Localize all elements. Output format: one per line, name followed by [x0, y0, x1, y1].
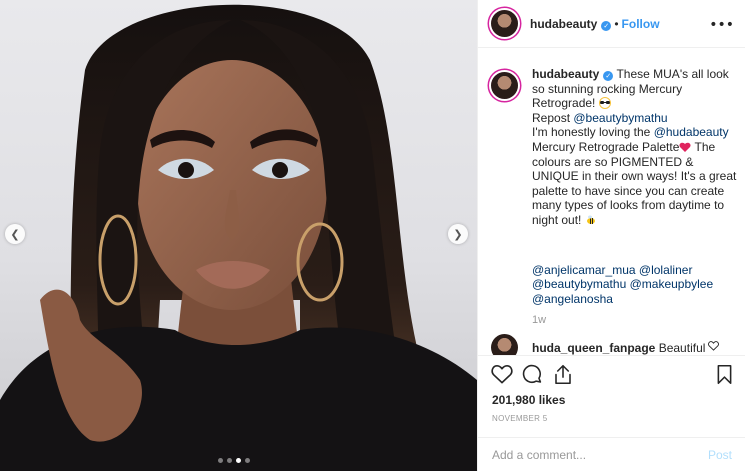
- brand-mention-link[interactable]: @hudabeauty: [654, 125, 729, 139]
- repost-prefix: Repost: [532, 110, 574, 125]
- post-comment-button[interactable]: Post: [708, 448, 732, 462]
- heart-emoji-icon: [679, 142, 691, 152]
- post-media[interactable]: ❮ ❯: [0, 0, 477, 471]
- comment-body: Beautiful: [658, 340, 706, 355]
- tag-link[interactable]: @lolaliner: [639, 263, 693, 277]
- post-date: NOVEMBER 5: [492, 414, 548, 423]
- caption-line2: I'm honestly loving the: [532, 125, 654, 140]
- comment-input[interactable]: [492, 448, 708, 462]
- tag-link[interactable]: @beautybymathu: [532, 277, 626, 291]
- header-username[interactable]: hudabeauty ✓: [530, 17, 612, 31]
- glasses-emoji-icon: [598, 97, 611, 110]
- carousel-dot[interactable]: [218, 458, 223, 463]
- carousel-dot[interactable]: [227, 458, 232, 463]
- next-arrow-icon[interactable]: ❯: [448, 224, 468, 244]
- carousel-dot[interactable]: [245, 458, 250, 463]
- caption-username[interactable]: hudabeauty: [532, 67, 599, 81]
- comment-item: huda_queen_fanpage Beautiful: [491, 334, 705, 355]
- verified-icon: ✓: [603, 71, 614, 81]
- verified-icon: ✓: [601, 20, 612, 31]
- tag-link[interactable]: @anjelicamar_mua: [532, 263, 636, 277]
- caption-text: hudabeauty ✓ These MUA's all look so stun…: [532, 67, 740, 306]
- comment-icon[interactable]: [522, 364, 543, 385]
- tag-link[interactable]: @angelanosha: [532, 292, 613, 306]
- more-icon[interactable]: •••: [709, 17, 734, 33]
- post-age[interactable]: 1w: [532, 314, 546, 326]
- like-count[interactable]: 201,980 likes: [492, 393, 565, 407]
- caption: hudabeauty ✓ These MUA's all look so stun…: [491, 67, 740, 306]
- carousel-dot-active[interactable]: [236, 458, 241, 463]
- comments-list[interactable]: hudabeauty ✓ These MUA's all look so stun…: [478, 49, 745, 355]
- caption-line3: Mercury Retrograde Palette: [532, 139, 680, 154]
- tag-link[interactable]: @makeupbylee: [630, 277, 714, 291]
- post-photo: [0, 4, 477, 471]
- prev-arrow-icon[interactable]: ❮: [5, 224, 25, 244]
- repost-handle-link[interactable]: @beautybymathu: [573, 111, 667, 125]
- carousel-dots: [218, 458, 250, 463]
- comment-like-icon[interactable]: [708, 341, 719, 351]
- follow-button[interactable]: Follow: [622, 17, 660, 31]
- share-icon[interactable]: [553, 364, 573, 385]
- header-separator: •: [614, 16, 619, 31]
- post-side-panel: hudabeauty ✓ • Follow ••• hudabeauty ✓ The…: [477, 0, 745, 471]
- add-comment-bar: Post: [478, 437, 745, 471]
- heart-icon[interactable]: [491, 364, 513, 384]
- post-header: hudabeauty ✓ • Follow •••: [478, 0, 745, 48]
- post-actions: 201,980 likes NOVEMBER 5 Post: [478, 355, 745, 471]
- avatar[interactable]: [491, 334, 518, 355]
- instagram-post: ❮ ❯ hudabeauty ✓ • Follow ••• hudabeauty ✓…: [0, 0, 745, 471]
- avatar[interactable]: [491, 10, 518, 37]
- comment-text: huda_queen_fanpage Beautiful: [532, 341, 705, 355]
- avatar[interactable]: [491, 72, 518, 99]
- comment-username[interactable]: huda_queen_fanpage: [532, 341, 655, 355]
- bee-emoji-icon: [586, 215, 595, 224]
- bookmark-icon[interactable]: [716, 364, 733, 385]
